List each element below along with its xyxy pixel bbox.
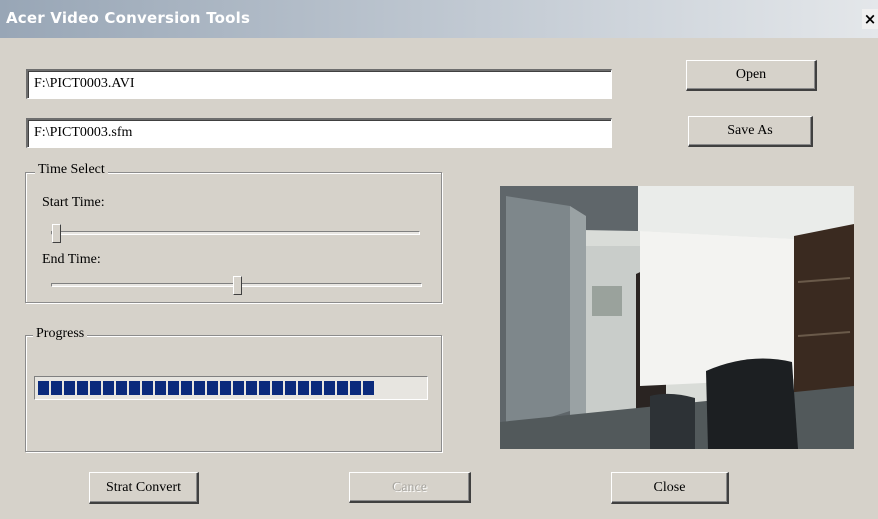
video-preview xyxy=(500,186,854,449)
cancel-button[interactable]: Cance xyxy=(349,472,471,503)
start-time-track[interactable] xyxy=(51,231,420,235)
start-time-label: Start Time: xyxy=(42,195,105,210)
start-convert-button[interactable]: Strat Convert xyxy=(89,472,199,504)
window-title: Acer Video Conversion Tools xyxy=(6,9,251,27)
open-button[interactable]: Open xyxy=(686,60,817,91)
dialog-window: Acer Video Conversion Tools × F:\PICT000… xyxy=(0,0,878,519)
time-select-legend: Time Select xyxy=(35,162,108,178)
close-icon[interactable]: × xyxy=(862,9,878,29)
save-as-button[interactable]: Save As xyxy=(688,116,813,147)
start-time-slider-thumb[interactable] xyxy=(52,224,61,243)
progress-legend: Progress xyxy=(33,326,88,342)
output-file-field[interactable]: F:\PICT0003.sfm xyxy=(26,118,612,148)
progress-bar xyxy=(34,376,428,400)
end-time-slider-thumb[interactable] xyxy=(233,276,242,295)
video-frame-icon xyxy=(500,186,854,449)
progress-bar-fill xyxy=(38,381,374,395)
title-bar[interactable]: Acer Video Conversion Tools × xyxy=(0,0,878,38)
end-time-label: End Time: xyxy=(42,252,101,267)
input-file-field[interactable]: F:\PICT0003.AVI xyxy=(26,69,612,99)
close-button[interactable]: Close xyxy=(611,472,729,504)
